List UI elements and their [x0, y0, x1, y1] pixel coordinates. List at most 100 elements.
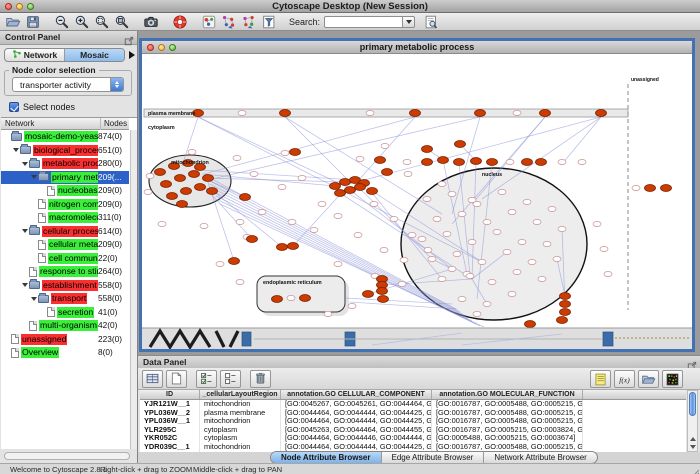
tab-network[interactable]: Network [5, 49, 65, 61]
network-node[interactable] [493, 229, 501, 234]
network-node[interactable] [355, 184, 366, 191]
network-node[interactable] [422, 146, 433, 153]
network-node[interactable] [453, 251, 461, 256]
network-node[interactable] [348, 303, 356, 308]
network-node[interactable] [604, 271, 612, 276]
network-node[interactable] [177, 201, 188, 208]
save-icon[interactable] [23, 13, 43, 30]
network-window[interactable]: primary metabolic process plasma membran… [139, 38, 695, 352]
tree-scrollbar[interactable] [130, 130, 137, 449]
tree-row[interactable]: multi-organism pro42(0) [1, 319, 129, 333]
network-node[interactable] [560, 301, 571, 308]
network-node[interactable] [161, 181, 172, 188]
network-node[interactable] [238, 110, 246, 115]
zoom-out-icon[interactable] [52, 13, 72, 30]
network-node[interactable] [478, 259, 486, 264]
network-node[interactable] [363, 291, 374, 298]
network-node[interactable] [200, 223, 208, 228]
network-node[interactable] [334, 213, 342, 218]
search-input[interactable] [324, 16, 402, 28]
tab-overflow-arrow-icon[interactable] [129, 51, 135, 59]
network-node[interactable] [377, 288, 388, 295]
table-column-header[interactable]: annotation.GO MOLECULAR_FUNCTION [432, 390, 583, 399]
network-node[interactable] [540, 110, 551, 117]
network-node[interactable] [458, 211, 466, 216]
tree-row[interactable]: nucleobase-209(0) [1, 184, 129, 198]
network-node[interactable] [330, 183, 341, 190]
tree-row[interactable]: biological_process651(0) [1, 144, 129, 158]
network-node[interactable] [378, 296, 389, 303]
network-node[interactable] [375, 157, 386, 164]
zoom-in-icon[interactable] [72, 13, 92, 30]
search-dropdown-button[interactable] [402, 16, 415, 28]
network-node[interactable] [578, 159, 586, 164]
network-node[interactable] [538, 276, 546, 281]
network-node[interactable] [522, 159, 533, 166]
network-node[interactable] [455, 141, 466, 148]
table-row[interactable]: YLR295Ccytoplasm[GO:0045263, GO:0044464,… [140, 426, 686, 435]
zoom-fit-icon[interactable] [112, 13, 132, 30]
import-table-icon[interactable] [638, 370, 659, 388]
help-icon[interactable] [170, 13, 190, 30]
network-node[interactable] [487, 159, 498, 166]
network-node[interactable] [503, 249, 511, 254]
expander-icon[interactable] [21, 283, 29, 287]
network-node[interactable] [258, 209, 266, 214]
network-node[interactable] [506, 159, 514, 164]
tree-row[interactable]: transport558(0) [1, 292, 129, 306]
network-node[interactable] [483, 301, 491, 306]
resize-grip[interactable] [690, 464, 699, 473]
network-node[interactable] [240, 194, 251, 201]
network-node[interactable] [290, 149, 301, 156]
network-node[interactable] [498, 189, 506, 194]
app-titlebar[interactable]: Cytoscape Desktop (New Session) [0, 0, 700, 13]
network-node[interactable] [528, 259, 536, 264]
attribute-table-icon[interactable] [142, 370, 163, 388]
network-tree-header[interactable]: Network Nodes [1, 118, 129, 130]
network-node[interactable] [189, 171, 200, 178]
network-node[interactable] [175, 175, 186, 182]
network-node[interactable] [288, 219, 296, 224]
network-node[interactable] [403, 159, 411, 164]
table-row[interactable]: YPL036W__1mitochondrion[GO:0044464, GO:0… [140, 417, 686, 426]
formula-icon[interactable]: f(x) [614, 370, 635, 388]
network-node[interactable] [216, 261, 224, 266]
unselect-attributes-icon[interactable] [220, 370, 241, 388]
select-nodes-row[interactable]: Select nodes [9, 102, 75, 112]
network-node[interactable] [553, 256, 561, 261]
network-node[interactable] [335, 190, 346, 197]
network-node[interactable] [195, 184, 206, 191]
select-attributes-icon[interactable] [196, 370, 217, 388]
network-node[interactable] [300, 295, 311, 302]
network-node[interactable] [380, 247, 388, 252]
delete-attribute-icon[interactable] [250, 370, 271, 388]
network-node[interactable] [661, 185, 672, 192]
scroll-up-icon[interactable] [688, 435, 697, 443]
network-node[interactable] [144, 189, 152, 194]
table-column-header[interactable]: _cellularLayoutRegion [200, 390, 281, 399]
tab-network-attribute-browser[interactable]: Network Attribute Browser [484, 452, 596, 463]
network-node[interactable] [475, 110, 486, 117]
layout-edges-icon[interactable] [239, 13, 259, 30]
tree-row[interactable]: cell communicat22(0) [1, 252, 129, 266]
network-node[interactable] [458, 296, 466, 301]
network-node[interactable] [454, 159, 465, 166]
tree-row[interactable]: nitrogen compo209(0) [1, 198, 129, 212]
network-node[interactable] [298, 175, 306, 180]
network-node[interactable] [466, 273, 474, 278]
network-node[interactable] [181, 188, 192, 195]
network-node[interactable] [632, 185, 640, 190]
network-node[interactable] [518, 239, 526, 244]
network-node[interactable] [207, 188, 218, 195]
table-row[interactable]: YPL036W__2plasma membrane[GO:0044464, GO… [140, 409, 686, 418]
network-node[interactable] [188, 149, 196, 154]
tree-row[interactable]: macromolecule311(0) [1, 211, 129, 225]
network-node[interactable] [203, 175, 214, 182]
network-node[interactable] [367, 188, 378, 195]
network-node[interactable] [408, 232, 416, 237]
network-node[interactable] [280, 110, 291, 117]
expander-icon[interactable] [30, 175, 38, 179]
network-node[interactable] [513, 110, 521, 115]
network-node[interactable] [593, 221, 601, 226]
tree-row[interactable]: Overview8(0) [1, 346, 129, 360]
